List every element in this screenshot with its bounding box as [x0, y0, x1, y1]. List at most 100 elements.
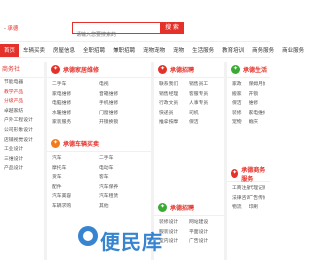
panel-column-mid: ✦ 承德招聘 联系我们 销售员工 销售经理 客服专员 行政文员 人事专员 快递员 司机 推拿按摩 保洁… [154, 62, 224, 260]
panel-link[interactable]: 配件 [52, 183, 99, 193]
panel-link[interactable]: 推拿按摩 [159, 118, 189, 128]
left-category-item[interactable]: 工业设计 [0, 145, 44, 155]
panel-link[interactable]: 人事专员 [189, 99, 219, 109]
left-category-item[interactable]: 分级产品 [0, 97, 44, 107]
panel-header: ✦ 承德招聘 [154, 62, 224, 78]
panel-link[interactable]: 婚庆 [249, 118, 266, 128]
panel-link[interactable]: 装修 [232, 109, 249, 119]
category-panel: ✦ 承德家居维修二手车 电视 家电维修 音箱维修 电脑维修 手机维修 水暖维修 门窗维修 家装服务… [47, 62, 151, 136]
left-category-item[interactable]: 户外工程设计 [0, 116, 44, 126]
panel-link[interactable]: 汽车美容 [52, 192, 99, 202]
panel-link[interactable]: 家装服务 [52, 118, 99, 128]
left-category-item[interactable]: 教学产品 [0, 88, 44, 98]
left-category-item[interactable]: 公司形象设计 [0, 126, 44, 136]
panel-link[interactable]: 服装设计 [159, 228, 189, 238]
panel-title[interactable]: 承德生活 [243, 65, 267, 74]
left-category-item[interactable]: 店铺视觉设计 [0, 136, 44, 146]
nav-item[interactable]: 房屋信息 [49, 44, 79, 57]
panel-link[interactable]: 汽车保养 [99, 183, 146, 193]
panel-title[interactable]: 承德招聘 [170, 203, 194, 212]
nav-item[interactable]: 全职招聘 [79, 44, 109, 57]
left-category-item[interactable]: 三维设计 [0, 155, 44, 165]
nav-item[interactable]: 生活服务 [188, 44, 218, 57]
nav-item[interactable]: 首页 [0, 44, 20, 57]
nav-item[interactable]: 商务服务 [248, 44, 278, 57]
category-icon: ✦ [51, 65, 60, 74]
panel-header: ✦ 承德生活 [227, 62, 270, 78]
panel-link[interactable]: 开锁换锁 [99, 118, 146, 128]
panel-link[interactable]: 搬家 [232, 90, 249, 100]
panel-link[interactable]: 行政文员 [159, 99, 189, 109]
panel-link[interactable]: 室内设计 [159, 237, 189, 247]
panel-link[interactable]: 保洁 [189, 118, 219, 128]
panel-link[interactable]: 客服专员 [189, 90, 219, 100]
panel-link[interactable]: 汽车租赁 [99, 192, 146, 202]
panel-link[interactable]: 网站建设 [189, 218, 219, 228]
panel-column-right: ✦承德生活家政保姆月嫂搬家开锁保洁维修装修家电维修宠物婚庆 ✦承德商务服务工商注册… [227, 62, 270, 260]
panel-link[interactable]: 家政 [232, 80, 249, 90]
panel-link[interactable]: 快递员 [159, 109, 189, 119]
nav-item[interactable]: 兼职招聘 [109, 44, 139, 57]
panel-link[interactable]: 电动车 [99, 164, 146, 174]
category-panel: ✦ 承德招聘装修设计 网站建设 服装设计 平面设计 室内设计 广告设计 [154, 200, 224, 260]
panel-title[interactable]: 承德商务服务 [241, 166, 270, 183]
left-category-item[interactable]: 产品设计 [0, 164, 44, 174]
nav-item[interactable]: 宠物 [169, 44, 188, 57]
panel-link[interactable]: 装修设计 [159, 218, 189, 228]
panel-link[interactable]: 电脑维修 [52, 99, 99, 109]
panel-link[interactable]: 二手车 [52, 80, 99, 90]
panel-title[interactable]: 承德家居维修 [63, 65, 99, 74]
search-box: 搜 索 [72, 21, 184, 40]
panel-link[interactable]: 平面设计 [189, 228, 219, 238]
search-input[interactable] [73, 30, 159, 40]
panel-link[interactable]: 维修 [249, 99, 266, 109]
left-category-item[interactable]: 节能电器 [0, 78, 44, 88]
city-selector[interactable]: - 承德 [4, 24, 18, 32]
category-icon: ✦ [158, 203, 167, 212]
panel-link[interactable]: 电视 [99, 80, 146, 90]
panel-link[interactable]: 二手车 [99, 154, 146, 164]
left-title: 商务社 [0, 62, 44, 78]
nav-item[interactable]: 教育培训 [218, 44, 248, 57]
panel-title[interactable]: 承德招聘 [170, 65, 194, 74]
panel-link[interactable]: 开锁 [249, 90, 266, 100]
panel-link[interactable]: 水暖维修 [52, 109, 99, 119]
panel-link[interactable]: 客车 [99, 173, 146, 183]
panel-link[interactable]: 保姆月嫂 [249, 80, 266, 90]
panel-title[interactable]: 承德车辆买卖 [63, 139, 99, 148]
panel-link[interactable]: 销售经理 [159, 90, 189, 100]
category-icon: ✦ [158, 65, 167, 74]
panel-link[interactable]: 工商注册 [232, 184, 249, 194]
panel-link[interactable]: 家电维修 [52, 90, 99, 100]
panel-link[interactable]: 手机维修 [99, 99, 146, 109]
panel-link[interactable]: 印刷 [249, 203, 266, 213]
panel-link[interactable]: 宠物 [232, 118, 249, 128]
panel-link[interactable]: 销售员工 [189, 80, 219, 90]
panel-link[interactable]: 音箱维修 [99, 90, 146, 100]
category-panel: ✦ 承德车辆买卖汽车 二手车 摩托车 电动车 货车 客车 配件 汽车保养 汽车美容 汽车租赁 车辆求购… [47, 136, 151, 214]
panel-link[interactable]: 其他 [99, 202, 146, 212]
nav-item[interactable]: 宠物宠物 [139, 44, 169, 57]
panel-link[interactable]: 货车 [52, 173, 99, 183]
panel-link[interactable]: 物流 [232, 203, 249, 213]
panel-link[interactable]: 车辆求购 [52, 202, 99, 212]
panel-link[interactable]: 司机 [189, 109, 219, 119]
category-panel: ✦承德商务服务工商注册代理记账法律咨询广告传媒物流印刷 [227, 166, 270, 260]
panel-link[interactable]: 门窗维修 [99, 109, 146, 119]
panel-link[interactable]: 广告传媒 [249, 194, 266, 204]
left-category-item[interactable]: 卓越家纺 [0, 107, 44, 117]
panel-link[interactable]: 摩托车 [52, 164, 99, 174]
nav-item[interactable]: 车辆买卖 [19, 44, 49, 57]
nav-item[interactable]: 商业服务 [278, 44, 308, 57]
panel-link[interactable]: 广告设计 [189, 237, 219, 247]
panel-link[interactable]: 法律咨询 [232, 194, 249, 204]
main-nav: 首页 车辆买卖 房屋信息 全职招聘 兼职招聘 宠物宠物 宠物 生活服务 教育培训 商务服务 商业服务 [0, 44, 304, 58]
panel-link[interactable]: 联系我们 [159, 80, 189, 90]
search-button[interactable]: 搜 索 [160, 21, 184, 34]
panel-link[interactable]: 家电维修 [249, 109, 266, 119]
panel-link[interactable]: 汽车 [52, 154, 99, 164]
city-name[interactable]: 承德 [7, 26, 18, 32]
panel-link[interactable]: 代理记账 [249, 184, 266, 194]
panel-header: ✦ 承德车辆买卖 [47, 136, 151, 152]
panel-link[interactable]: 保洁 [232, 99, 249, 109]
